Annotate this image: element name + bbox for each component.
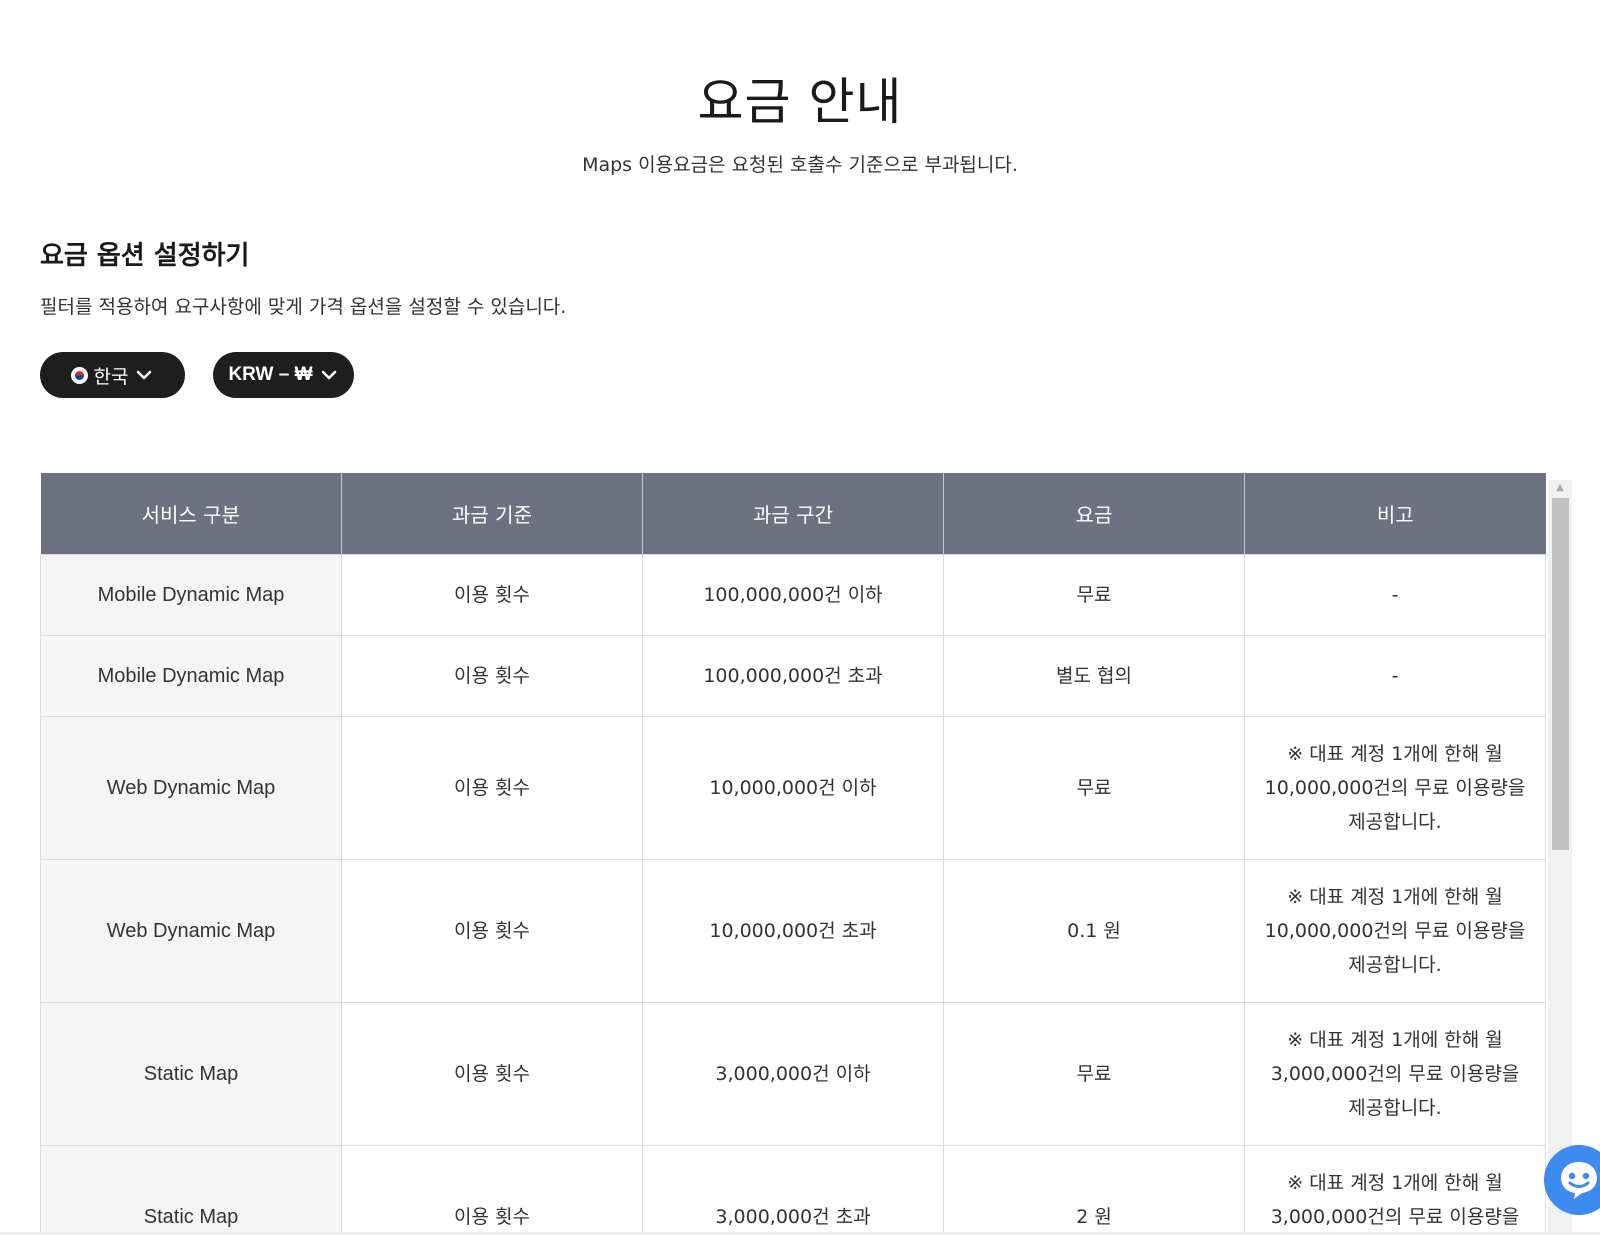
cell-basis: 이용 횟수: [341, 553, 643, 636]
cell-range: 3,000,000건 초과: [642, 1144, 944, 1235]
page-title: 요금 안내: [697, 73, 903, 131]
cell-fee: 별도 협의: [943, 634, 1245, 717]
cell-fee: 0.1 원: [943, 858, 1245, 1003]
table-header-row: 서비스 구분 과금 기준 과금 구간 요금 비고: [40, 473, 1546, 554]
cell-note: ※ 대표 계정 1개에 한해 월 3,000,000건의 무료 이용량을 제공합…: [1244, 1001, 1546, 1146]
cell-basis: 이용 횟수: [341, 634, 643, 717]
cell-service: Static Map: [40, 1001, 342, 1146]
pricing-table: 서비스 구분 과금 기준 과금 구간 요금 비고 Mobile Dynamic …: [40, 473, 1546, 1235]
header-range: 과금 구간: [642, 473, 944, 554]
table-row: Web Dynamic Map 이용 횟수 10,000,000건 이하 무료 …: [40, 715, 1546, 860]
currency-label: KRW – ₩: [228, 364, 313, 385]
cell-fee: 2 원: [943, 1144, 1245, 1235]
cell-basis: 이용 횟수: [341, 1144, 643, 1235]
scroll-thumb[interactable]: [1552, 498, 1569, 850]
cell-note: ※ 대표 계정 1개에 한해 월 10,000,000건의 무료 이용량을 제공…: [1244, 715, 1546, 860]
cell-fee: 무료: [943, 553, 1245, 636]
cell-basis: 이용 횟수: [341, 858, 643, 1003]
table-row: Mobile Dynamic Map 이용 횟수 100,000,000건 초과…: [40, 634, 1546, 717]
header-note: 비고: [1244, 473, 1546, 554]
cell-service: Mobile Dynamic Map: [40, 634, 342, 717]
chatbot-face-icon: [1561, 1162, 1597, 1199]
cell-note: ※ 대표 계정 1개에 한해 월 3,000,000건의 무료 이용량을 제공합…: [1244, 1144, 1546, 1235]
cell-range: 10,000,000건 초과: [642, 858, 944, 1003]
cell-note: -: [1244, 553, 1546, 636]
chevron-down-icon: [321, 370, 336, 380]
cell-service: Web Dynamic Map: [40, 858, 342, 1003]
cell-note: -: [1244, 634, 1546, 717]
cell-range: 10,000,000건 이하: [642, 715, 944, 860]
table-row: Static Map 이용 횟수 3,000,000건 이하 무료 ※ 대표 계…: [40, 1001, 1546, 1146]
cell-basis: 이용 횟수: [341, 1001, 643, 1146]
cell-note: ※ 대표 계정 1개에 한해 월 10,000,000건의 무료 이용량을 제공…: [1244, 858, 1546, 1003]
options-description: 필터를 적용하여 요구사항에 맞게 가격 옵션을 설정할 수 있습니다.: [40, 296, 567, 318]
country-label: 한국: [93, 365, 129, 388]
table-row: Web Dynamic Map 이용 횟수 10,000,000건 초과 0.1…: [40, 858, 1546, 1003]
cell-service: Static Map: [40, 1144, 342, 1235]
cell-fee: 무료: [943, 715, 1245, 860]
cell-range: 100,000,000건 초과: [642, 634, 944, 717]
options-title: 요금 옵션 설정하기: [40, 241, 250, 271]
header-fee: 요금: [943, 473, 1245, 554]
table-row: Static Map 이용 횟수 3,000,000건 초과 2 원 ※ 대표 …: [40, 1144, 1546, 1235]
pricing-table-container: 서비스 구분 과금 기준 과금 구간 요금 비고 Mobile Dynamic …: [40, 473, 1546, 1235]
cell-basis: 이용 횟수: [341, 715, 643, 860]
cell-service: Web Dynamic Map: [40, 715, 342, 860]
cell-range: 100,000,000건 이하: [642, 553, 944, 636]
header-service: 서비스 구분: [40, 473, 342, 554]
chevron-down-icon: [137, 370, 152, 380]
country-dropdown[interactable]: 한국: [40, 352, 185, 398]
table-row: Mobile Dynamic Map 이용 횟수 100,000,000건 이하…: [40, 553, 1546, 636]
currency-dropdown[interactable]: KRW – ₩: [213, 352, 354, 398]
header-basis: 과금 기준: [341, 473, 643, 554]
page-subtitle: Maps 이용요금은 요청된 호출수 기준으로 부과됩니다.: [582, 154, 1018, 176]
korea-flag-icon: [70, 366, 88, 384]
table-scrollbar[interactable]: ▲: [1548, 480, 1572, 1235]
cell-range: 3,000,000건 이하: [642, 1001, 944, 1146]
cell-service: Mobile Dynamic Map: [40, 553, 342, 636]
cell-fee: 무료: [943, 1001, 1245, 1146]
scroll-up-arrow-icon[interactable]: ▲: [1548, 480, 1572, 496]
